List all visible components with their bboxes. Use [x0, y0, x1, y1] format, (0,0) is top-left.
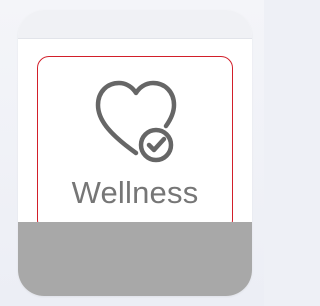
card-header-strip: [18, 10, 252, 39]
tile-label: Wellness: [71, 175, 199, 210]
heart-check-icon: [86, 71, 186, 171]
wellness-tile[interactable]: Wellness: [37, 56, 233, 232]
bottom-band: [18, 222, 252, 296]
wellness-card: Wellness: [18, 10, 252, 296]
